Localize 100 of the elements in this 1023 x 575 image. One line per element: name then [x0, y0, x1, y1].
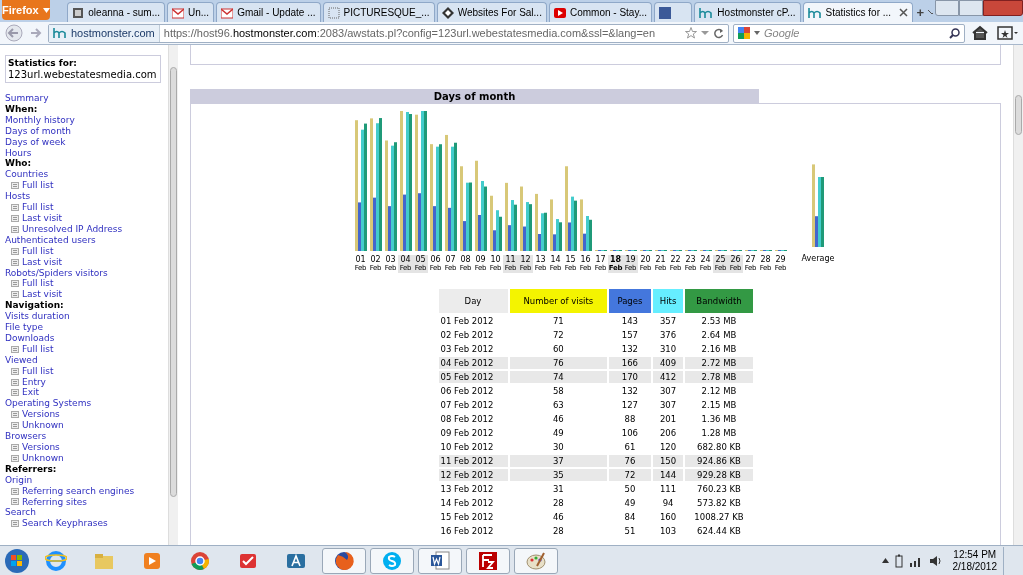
battery-icon [894, 553, 903, 568]
browser-tab[interactable]: Gmail - Update ... [216, 2, 321, 22]
dropdown-icon[interactable] [754, 31, 760, 35]
table-cell-text: 72 [551, 329, 565, 341]
browser-tab[interactable]: Hostmonster cP... [694, 2, 801, 22]
day-number: 19 [625, 255, 636, 264]
table-cell-text: 307 [658, 385, 678, 397]
search-input[interactable]: Google [764, 24, 945, 42]
dropdown-icon[interactable] [701, 29, 709, 37]
table-cell-text: 624.44 KB [696, 525, 742, 537]
ftp-client-icon[interactable] [477, 549, 499, 572]
menu-link[interactable]: Viewed [5, 354, 168, 366]
address-bar[interactable]: hostmonster.com https://host96.hostmonster.com:2083/awstats.pl?config=123url.webestatesmedia.com&ssl=&lang=en [48, 23, 729, 43]
close-window-button[interactable] [983, 0, 1023, 16]
url-text[interactable]: https://host96.hostmonster.com:2083/awstats.pl?config=123url.webestatesmedia.com&ssl=&lang=en [159, 24, 660, 42]
scrollbar[interactable] [168, 45, 178, 545]
browser-tab[interactable]: oleanna - sum... [67, 2, 165, 22]
browser-tab[interactable]: Statistics for ... [802, 2, 914, 22]
browser-e-icon[interactable] [45, 549, 67, 572]
table-cell-text: 357 [658, 315, 678, 327]
table-cell-text: 30 [551, 441, 565, 453]
menu-sublink[interactable]: Unknown [22, 420, 64, 432]
browser-tab[interactable] [654, 2, 693, 22]
day-number: 12 [520, 255, 531, 264]
menu-link[interactable]: Authenticated users [5, 234, 168, 246]
menu-link[interactable]: Hours [5, 147, 168, 159]
menu-sublink[interactable]: Full list [22, 245, 54, 257]
menu-sublink[interactable]: Versions [22, 409, 60, 421]
menu-sublink[interactable]: Entry [22, 376, 46, 388]
show-hidden-icons-arrow-icon[interactable] [881, 558, 889, 563]
menu-link[interactable]: Monthly history [5, 114, 168, 126]
chrome-icon[interactable] [189, 549, 211, 572]
menu-link[interactable]: Robots/Spiders visitors [5, 267, 168, 279]
table-cell-text: 06 Feb 2012 [439, 385, 495, 397]
tab-title: PICTURESQUE_... [343, 6, 430, 20]
menu-link[interactable]: Days of week [5, 136, 168, 148]
menu-sublink[interactable]: Full list [22, 202, 54, 213]
menu-sublink[interactable]: Exit [22, 387, 40, 399]
menu-sublink[interactable]: Referring search engines [22, 485, 135, 497]
day-number: 23 [685, 255, 696, 264]
scrollbar[interactable] [1013, 45, 1023, 545]
skype-icon[interactable] [381, 549, 403, 572]
blank-page-icon [327, 6, 340, 19]
start-button-icon[interactable] [4, 547, 30, 574]
minimize-button[interactable] [935, 0, 959, 16]
menu-link[interactable]: Visits duration [5, 311, 168, 323]
table-cell-text: 103 [658, 525, 678, 537]
maximize-button[interactable] [959, 0, 983, 16]
table-cell-text: 307 [658, 399, 678, 411]
menu-link[interactable]: Downloads [5, 332, 168, 344]
menu-sublink[interactable]: Versions [22, 442, 60, 453]
day-number: 17 [595, 255, 606, 264]
menu-sublink[interactable]: Full list [22, 180, 54, 192]
firefox-icon[interactable] [333, 549, 355, 572]
browser-tab[interactable]: Common - Stay... [548, 2, 652, 22]
browser-tab[interactable]: Websites For Sal... [436, 2, 547, 22]
menu-link[interactable]: File type [5, 322, 168, 333]
menu-sublink[interactable]: Unknown [22, 452, 64, 464]
new-tab-button[interactable]: + [915, 4, 926, 22]
table-cell-text: 106 [620, 427, 640, 439]
menu-link[interactable]: Search [5, 507, 168, 519]
reload-icon[interactable] [713, 27, 724, 39]
menu-sublink[interactable]: Full list [22, 278, 54, 290]
menu-sublink[interactable]: Full list [22, 343, 54, 355]
menu-link[interactable]: Hosts [5, 191, 168, 203]
menu-sublink[interactable]: Search Keyphrases [22, 518, 108, 530]
menu-sublink[interactable]: Unresolved IP Address [22, 223, 123, 235]
menu-link[interactable]: Origin [5, 474, 168, 486]
search-engine-logo-icon[interactable] [738, 27, 750, 39]
day-number: 11 [505, 255, 516, 264]
tab-title: Hostmonster cP... [717, 6, 796, 20]
tab-title: Gmail - Update ... [237, 6, 316, 20]
search-icon[interactable] [949, 27, 960, 39]
table-cell-text: 573.82 KB [696, 497, 742, 509]
menu-link[interactable]: Countries [5, 169, 168, 181]
menu-link[interactable]: Browsers [5, 431, 168, 442]
table-cell-text: 63 [551, 399, 565, 411]
menu-link[interactable]: Operating Systems [5, 398, 168, 410]
hm-logo-icon [699, 6, 714, 19]
menu-link[interactable]: Days of month [5, 125, 168, 137]
browser-tab[interactable]: PICTURESQUE_... [322, 2, 435, 22]
list-icon [11, 422, 19, 430]
menu-link[interactable]: Summary [5, 93, 168, 104]
menu-sublink[interactable]: Last visit [22, 289, 63, 301]
browser-tab[interactable]: Un... [167, 2, 215, 22]
table-cell-text: 682.80 KB [696, 441, 742, 453]
bookmark-star-icon[interactable] [685, 27, 697, 39]
bookmarks-icon[interactable] [995, 24, 1019, 42]
clock-time[interactable]: 12:54 PM [953, 548, 997, 561]
tab-title: Websites For Sal... [457, 6, 542, 20]
column-header: Bandwidth [685, 289, 753, 313]
table-cell-text: 120 [658, 441, 678, 453]
clock-date[interactable]: 2/18/2012 [952, 560, 997, 573]
word-document-icon[interactable] [429, 549, 451, 572]
menu-sublink[interactable]: Last visit [22, 212, 63, 224]
menu-sublink[interactable]: Full list [22, 365, 54, 377]
close-icon[interactable] [899, 8, 909, 17]
menu-sublink[interactable]: Referring sites [22, 496, 88, 508]
search-field[interactable]: Google [733, 23, 965, 43]
menu-sublink[interactable]: Last visit [22, 256, 63, 268]
